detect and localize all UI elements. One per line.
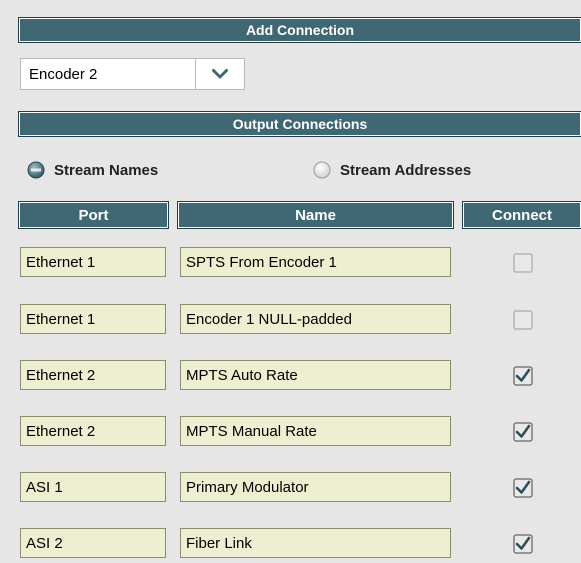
checkbox-checked-icon[interactable] [513,534,533,554]
checkbox-unchecked-icon[interactable] [513,253,533,273]
name-field[interactable]: Encoder 1 NULL-padded [180,304,451,334]
port-field[interactable]: Ethernet 2 [20,360,166,390]
chevron-down-icon[interactable] [196,59,244,89]
add-connection-title: Add Connection [245,22,355,38]
column-header-connect-label: Connect [492,206,552,224]
radio-stream-addresses[interactable]: Stream Addresses [313,158,471,182]
radio-stream-names[interactable]: Stream Names [27,158,158,182]
encoder-select[interactable]: Encoder 2 [20,58,245,90]
add-connection-header: Add Connection [18,17,581,43]
name-field[interactable]: MPTS Auto Rate [180,360,451,390]
encoder-select-value: Encoder 2 [29,65,98,83]
radio-unselected-icon[interactable] [313,161,331,179]
column-header-name: Name [177,201,454,229]
output-connections-title: Output Connections [232,116,368,132]
checkbox-checked-icon[interactable] [513,422,533,442]
connection-panel: Add Connection Encoder 2 Output Connecti… [0,0,581,563]
radio-stream-names-label: Stream Names [54,161,159,179]
port-field[interactable]: ASI 2 [20,528,166,558]
column-header-connect: Connect [462,201,581,229]
output-connections-header: Output Connections [18,111,581,137]
radio-selected-icon[interactable] [27,161,45,179]
port-field[interactable]: Ethernet 1 [20,304,166,334]
port-field[interactable]: ASI 1 [20,472,166,502]
name-field[interactable]: Primary Modulator [180,472,451,502]
name-field[interactable]: MPTS Manual Rate [180,416,451,446]
port-field[interactable]: Ethernet 2 [20,416,166,446]
port-field[interactable]: Ethernet 1 [20,247,166,277]
checkbox-checked-icon[interactable] [513,366,533,386]
column-header-port: Port [18,201,169,229]
name-field[interactable]: SPTS From Encoder 1 [180,247,451,277]
name-field[interactable]: Fiber Link [180,528,451,558]
checkbox-checked-icon[interactable] [513,478,533,498]
checkbox-unchecked-icon[interactable] [513,310,533,330]
column-header-name-label: Name [295,206,336,224]
radio-stream-addresses-label: Stream Addresses [340,161,472,179]
column-header-port-label: Port [78,206,109,224]
